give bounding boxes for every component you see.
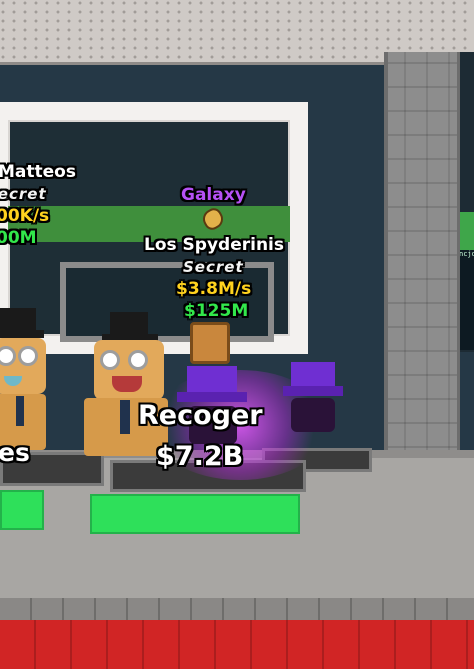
spyderinis-preview-icon [190, 322, 230, 364]
side-chat-panel: ncjo [459, 250, 474, 350]
left-collect-pad[interactable] [0, 490, 44, 530]
left-platform-label: es [0, 438, 30, 467]
floor-trim [0, 598, 474, 620]
center-pet-mutation: Galaxy [181, 185, 246, 205]
left-pet-income: 00K/s [0, 206, 50, 226]
center-pet-name: Los Spyderinis [144, 235, 285, 255]
center-collect-pad[interactable] [90, 494, 300, 534]
left-pet-name: Matteos [0, 162, 76, 182]
platform-pet-name: Recoger [138, 400, 263, 431]
red-floor-strip [0, 620, 474, 669]
platform-pet-price: $7.2B [156, 441, 244, 472]
center-pet-income: $3.8M/s [176, 279, 252, 299]
center-pet-rarity: Secret [183, 258, 244, 276]
left-monkey-pet[interactable] [0, 300, 64, 460]
center-pet-price: $125M [184, 301, 249, 321]
stone-pillar [384, 52, 460, 470]
left-pet-rarity: Secret [0, 185, 47, 203]
side-chat-text: ncjo [459, 250, 474, 258]
left-pet-price: 00M [0, 228, 37, 248]
spyderinis-spider-pet[interactable] [283, 362, 353, 462]
